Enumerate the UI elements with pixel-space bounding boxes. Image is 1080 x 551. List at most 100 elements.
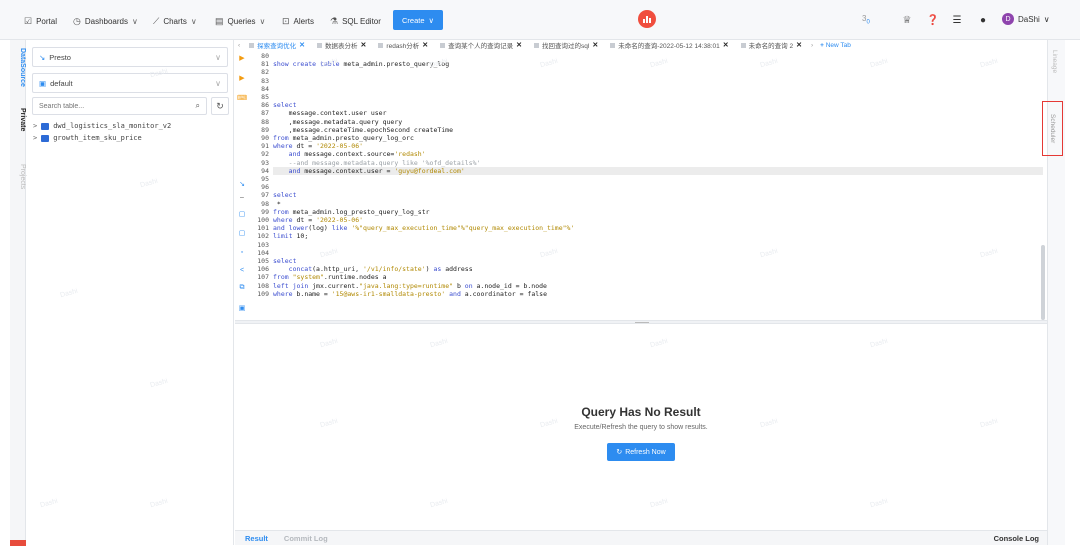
- chevron-right-icon[interactable]: >: [33, 134, 37, 142]
- table-search-input[interactable]: [39, 102, 179, 110]
- scheduler-tab-highlight[interactable]: Scheduler: [1042, 101, 1063, 156]
- rail-tab-projects[interactable]: Projects: [10, 164, 26, 189]
- copy-icon[interactable]: ▢: [238, 229, 246, 237]
- code-line[interactable]: from meta_admin.presto_query_log_orc: [273, 134, 414, 142]
- nav-dashboards-label: Dashboards: [84, 16, 128, 26]
- line-number: 92: [261, 150, 269, 159]
- code-line[interactable]: and message.context.user = 'guyu@fordeal…: [273, 166, 1043, 175]
- run-icon[interactable]: ▶: [238, 54, 246, 62]
- minus-icon[interactable]: –: [238, 193, 246, 201]
- code-line[interactable]: where dt = '2022-05-06': [273, 216, 363, 224]
- line-number: 98: [261, 199, 269, 208]
- code-line[interactable]: concat(a.http_uri, '/v1/info/state') as …: [273, 265, 473, 273]
- code-line[interactable]: where b.name = '15@aws-ir1-smalldata-pre…: [273, 290, 547, 298]
- count-sub-value: 0: [866, 19, 870, 26]
- code-line[interactable]: show create table meta_admin.presto_quer…: [273, 60, 449, 68]
- table-search[interactable]: ⌕: [32, 97, 207, 115]
- code-line[interactable]: from meta_admin.log_presto_query_log_str: [273, 208, 430, 216]
- table-name: growth_item_sku_price: [53, 134, 142, 142]
- history-icon[interactable]: ▫: [238, 248, 246, 256]
- editor-scrollbar[interactable]: [1041, 245, 1045, 320]
- query-tab[interactable]: redash分析 ✕: [372, 40, 434, 50]
- code-line[interactable]: left join jmx.current."java.lang:type=ru…: [273, 282, 547, 290]
- rail-tab-scheduler[interactable]: Scheduler: [1049, 114, 1056, 143]
- code-line[interactable]: select: [273, 101, 296, 109]
- nav-portal[interactable]: ☑ Portal: [24, 14, 57, 28]
- editor-result-splitter[interactable]: [235, 320, 1047, 324]
- close-icon[interactable]: ✕: [723, 41, 729, 49]
- rail-tab-lineage[interactable]: Lineage: [1051, 50, 1058, 73]
- format-icon[interactable]: ↘: [238, 180, 246, 188]
- query-tab[interactable]: 数据表分析 ✕: [311, 40, 372, 50]
- nav-portal-label: Portal: [36, 16, 57, 26]
- line-number: 84: [261, 84, 269, 93]
- search-icon[interactable]: ⌕: [196, 101, 200, 111]
- save-icon[interactable]: ▢: [238, 210, 246, 218]
- create-button[interactable]: Create ∨: [393, 10, 443, 30]
- close-icon[interactable]: ✕: [361, 41, 367, 49]
- tab-status-icon: [440, 42, 446, 48]
- rail-tab-private[interactable]: Private: [10, 108, 26, 131]
- tab-commit-log[interactable]: Commit Log: [284, 534, 328, 543]
- help-icon[interactable]: ❓: [926, 13, 940, 27]
- close-icon[interactable]: ✕: [422, 41, 428, 49]
- queries-icon: ▤: [215, 15, 224, 26]
- code-line[interactable]: *: [273, 200, 281, 208]
- nav-charts[interactable]: ⟋ Charts ∨: [153, 14, 197, 28]
- code-line[interactable]: and message.context.source='redash': [273, 150, 426, 158]
- schedule-icon[interactable]: ▣: [238, 304, 246, 312]
- table-tree-item[interactable]: > growth_item_sku_price: [33, 134, 142, 142]
- code-line[interactable]: message.context.user user: [273, 109, 387, 117]
- nav-dashboards[interactable]: ◷ Dashboards ∨: [73, 14, 138, 28]
- tab-result[interactable]: Result: [245, 534, 268, 543]
- table-tree-item[interactable]: > dwd_logistics_sla_monitor_v2: [33, 122, 171, 130]
- query-tab[interactable]: 找回查询过的sql ✕: [528, 40, 604, 50]
- nav-queries[interactable]: ▤ Queries ∨: [215, 14, 265, 28]
- close-icon[interactable]: ✕: [796, 41, 802, 49]
- code-line[interactable]: ,message.createTime.epochSecond createTi…: [273, 126, 453, 134]
- refresh-now-button[interactable]: ↻ Refresh Now: [607, 443, 675, 461]
- tab-label: 探索查询优化: [257, 43, 297, 50]
- tab-status-icon: [249, 42, 255, 48]
- nav-sql-editor[interactable]: ⚗ SQL Editor: [330, 14, 381, 28]
- new-tab-button[interactable]: + New Tab: [820, 42, 851, 49]
- app-logo-icon[interactable]: [638, 10, 656, 28]
- run-selected-icon[interactable]: ▶: [238, 74, 246, 82]
- refresh-schema-button[interactable]: ↻: [211, 97, 229, 115]
- globe-icon[interactable]: ●: [976, 13, 990, 27]
- tabs-scroll-right-icon[interactable]: ›: [808, 42, 816, 49]
- line-number: 107: [257, 273, 269, 282]
- rail-tab-datasource[interactable]: DataSource: [10, 48, 26, 87]
- code-line[interactable]: limit 10;: [273, 232, 308, 240]
- clone-icon[interactable]: ⧉: [238, 284, 246, 292]
- share-icon[interactable]: <: [238, 266, 246, 274]
- explain-icon[interactable]: ⌨: [237, 94, 247, 102]
- query-tab[interactable]: 探索查询优化 ✕: [243, 40, 311, 50]
- database-select[interactable]: ▣ default ∨: [32, 73, 228, 93]
- close-icon[interactable]: ✕: [516, 41, 522, 49]
- code-line[interactable]: select: [273, 191, 296, 199]
- sql-editor: ‹ 探索查询优化 ✕ 数据表分析 ✕ redash分析 ✕ 查询某个人的查询记录…: [235, 40, 1047, 320]
- trophy-icon[interactable]: ♕: [900, 13, 914, 27]
- tabs-scroll-left-icon[interactable]: ‹: [235, 42, 243, 49]
- close-icon[interactable]: ✕: [592, 41, 598, 49]
- code-line[interactable]: --and message.metadata.query like '%ofd_…: [273, 159, 481, 167]
- query-tab[interactable]: 查询某个人的查询记录 ✕: [434, 40, 528, 50]
- nav-alerts[interactable]: ⊡ Alerts: [282, 14, 314, 28]
- query-tab[interactable]: 未命名的查询-2022-05-12 14:38:01 ✕: [604, 40, 734, 50]
- code-line[interactable]: where dt = '2022-05-06': [273, 142, 363, 150]
- settings-sliders-icon[interactable]: ☰: [950, 13, 964, 27]
- datasource-select[interactable]: ↘ Presto ∨: [32, 47, 228, 67]
- close-icon[interactable]: ✕: [299, 41, 305, 49]
- code-area[interactable]: show create table meta_admin.presto_quer…: [273, 52, 1043, 317]
- console-log-button[interactable]: Console Log: [994, 534, 1039, 543]
- code-line[interactable]: from "system".runtime.nodes a: [273, 273, 387, 281]
- query-tab[interactable]: 未命名的查询 2 ✕: [735, 40, 808, 50]
- code-line[interactable]: select: [273, 257, 296, 265]
- code-line[interactable]: and lower(log) like '%"query_max_executi…: [273, 224, 574, 232]
- tab-status-icon: [378, 42, 384, 48]
- line-number: 100: [257, 216, 269, 224]
- code-line[interactable]: ,message.metadata.query query: [273, 118, 403, 126]
- chevron-right-icon[interactable]: >: [33, 122, 37, 130]
- user-menu[interactable]: D DaShi ∨: [1002, 13, 1050, 25]
